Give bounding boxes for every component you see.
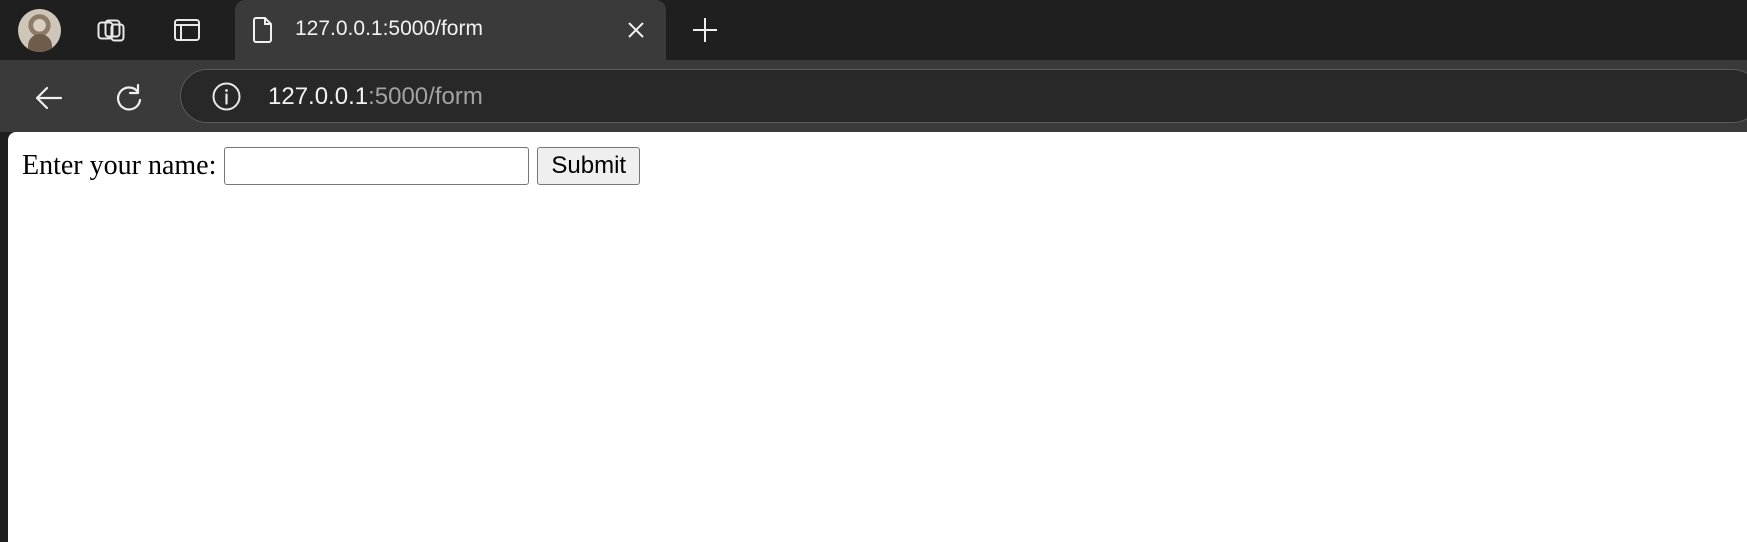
name-form: Enter your name: Submit [22,147,641,185]
reload-icon[interactable] [111,80,147,116]
address-host: 127.0.0.1 [268,83,369,110]
page-icon [250,16,276,44]
active-tab[interactable]: 127.0.0.1:5000/form [235,0,666,60]
info-icon[interactable] [211,81,242,112]
browser-title-bar: 127.0.0.1:5000/form [0,0,1747,60]
address-bar[interactable]: 127.0.0.1:5000/form [180,69,1747,123]
back-arrow-icon[interactable] [31,80,67,116]
close-icon[interactable] [625,19,647,41]
browser-toolbar: 127.0.0.1:5000/form [0,60,1747,132]
name-label: Enter your name: [22,150,217,181]
avatar[interactable] [18,9,61,52]
address-text[interactable]: 127.0.0.1:5000/form [268,82,483,112]
tab-actions-icon[interactable] [171,14,203,46]
submit-button[interactable]: Submit [537,147,641,185]
name-input[interactable] [224,147,530,185]
workspaces-icon[interactable] [95,14,127,46]
address-path: :5000/form [368,83,483,110]
page-viewport: Enter your name: Submit [8,132,1747,542]
plus-icon[interactable] [689,14,721,46]
tab-title: 127.0.0.1:5000/form [295,17,483,40]
